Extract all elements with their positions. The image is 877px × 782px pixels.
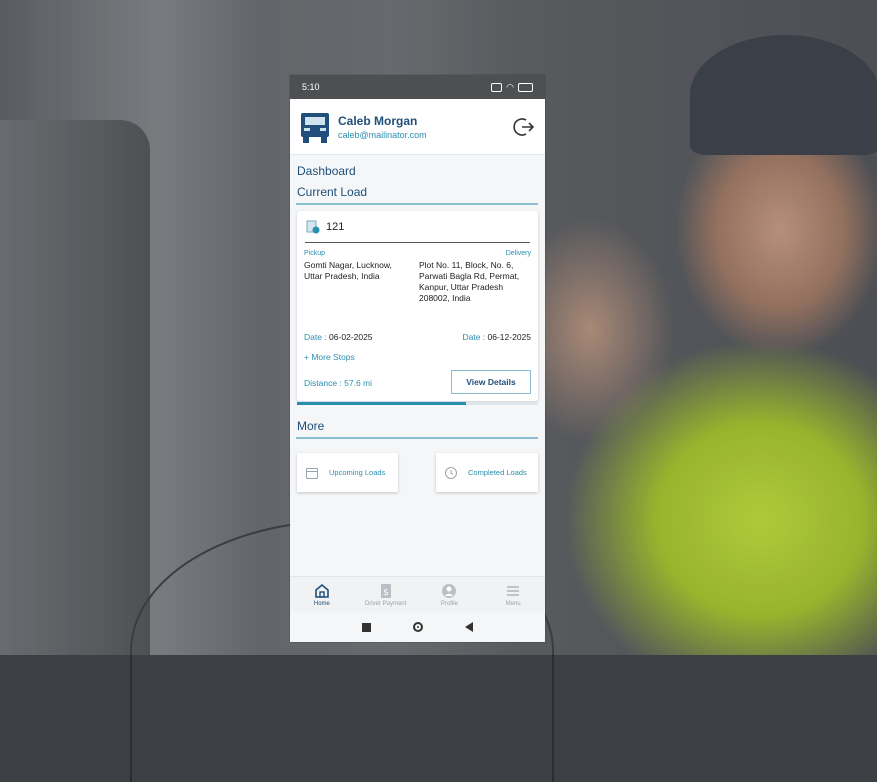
dashboard-title: Dashboard xyxy=(297,164,356,178)
bottom-navigation: Home $ Driver Payment Profile Menu xyxy=(290,576,545,613)
distance-value: 57.6 mi xyxy=(344,378,373,388)
distance: Distance : 57.6 mi xyxy=(304,378,372,388)
battery-icon xyxy=(518,82,533,92)
phone-screen: 5:10 ◠ Caleb Morgan caleb@mailinator.com… xyxy=(290,75,545,642)
more-title: More xyxy=(297,419,325,433)
distance-label: Distance : xyxy=(304,378,345,388)
current-load-title: Current Load xyxy=(297,185,368,199)
upcoming-loads-tile[interactable]: Upcoming Loads xyxy=(297,453,398,492)
sim-icon xyxy=(491,82,503,92)
system-navigation-bar xyxy=(290,612,545,642)
status-icons: ◠ xyxy=(491,82,533,93)
completed-loads-label: Completed Loads xyxy=(468,468,527,477)
load-progress-bar xyxy=(297,402,538,405)
nav-driver-payment-label: Driver Payment xyxy=(364,601,407,607)
nav-profile[interactable]: Profile xyxy=(418,577,482,613)
nav-home[interactable]: Home xyxy=(290,577,354,613)
load-number: 121 xyxy=(326,221,345,233)
load-progress-fill xyxy=(297,402,466,405)
user-info: Caleb Morgan caleb@mailinator.com xyxy=(338,114,427,140)
user-name: Caleb Morgan xyxy=(338,113,418,128)
logout-icon[interactable] xyxy=(513,116,535,138)
svg-text:$: $ xyxy=(383,588,389,598)
user-email: caleb@mailinator.com xyxy=(338,129,427,140)
status-time: 5:10 xyxy=(302,82,320,92)
nav-menu-label: Menu xyxy=(505,601,521,607)
recents-icon[interactable] xyxy=(362,622,371,632)
app-header: Caleb Morgan caleb@mailinator.com xyxy=(290,99,545,155)
pickup-date: Date : 06-02-2025 xyxy=(304,332,373,342)
menu-icon xyxy=(507,586,520,596)
nav-driver-payment[interactable]: $ Driver Payment xyxy=(354,577,418,613)
home-icon xyxy=(315,583,329,598)
calendar-icon xyxy=(306,467,318,479)
nav-profile-label: Profile xyxy=(440,601,458,607)
clock-icon xyxy=(445,466,457,479)
load-doc-icon xyxy=(306,220,320,234)
truck-avatar-icon xyxy=(301,112,329,143)
more-stops-link[interactable]: + More Stops xyxy=(304,352,355,362)
nav-home-label: Home xyxy=(313,601,330,607)
nav-menu[interactable]: Menu xyxy=(481,577,545,613)
pickup-address: Gomti Nagar, Lucknow, Uttar Pradesh, Ind… xyxy=(304,260,392,281)
delivery-date-value: 06-12-2025 xyxy=(487,332,531,342)
completed-loads-tile[interactable]: Completed Loads xyxy=(436,453,538,492)
pickup-date-label: Date : xyxy=(304,332,330,342)
dollar-doc-icon: $ xyxy=(380,584,391,598)
home-circle-icon[interactable] xyxy=(413,622,423,632)
current-load-divider xyxy=(296,203,538,205)
wifi-icon: ◠ xyxy=(506,81,514,92)
upcoming-loads-label: Upcoming Loads xyxy=(329,468,386,477)
back-icon[interactable] xyxy=(465,622,473,632)
current-load-card[interactable]: 121 Pickup Delivery Gomti Nagar, Lucknow… xyxy=(297,211,538,405)
delivery-date: Date : 06-12-2025 xyxy=(462,332,531,342)
pickup-label: Pickup xyxy=(304,250,326,257)
view-details-button[interactable]: View Details xyxy=(451,370,531,394)
delivery-label: Delivery xyxy=(505,250,531,257)
pickup-date-value: 06-02-2025 xyxy=(329,332,373,342)
delivery-date-label: Date : xyxy=(462,332,488,342)
user-icon xyxy=(442,584,457,598)
delivery-address: Plot No. 11, Block, No. 6, Parwati Bagla… xyxy=(419,260,520,303)
status-bar: 5:10 ◠ xyxy=(290,75,545,99)
